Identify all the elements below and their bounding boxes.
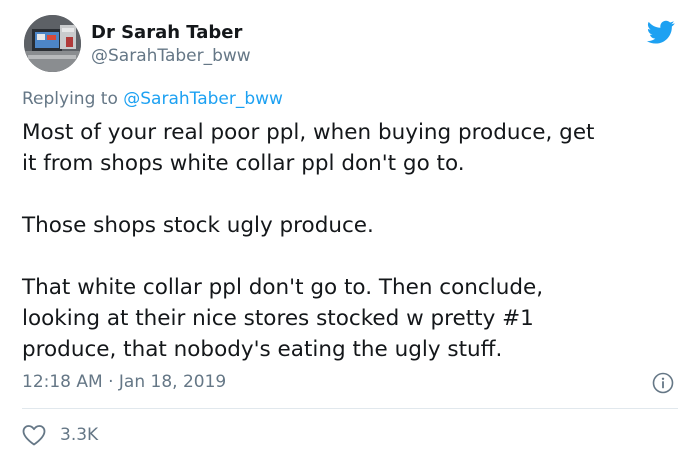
tweet-paragraph: Those shops stock ugly produce. bbox=[22, 213, 374, 238]
info-icon[interactable] bbox=[652, 372, 674, 394]
tweet-card: Dr Sarah Taber @SarahTaber_bww Replying … bbox=[0, 0, 700, 463]
tweet-text: Most of your real poor ppl, when buying … bbox=[22, 117, 692, 365]
tweet-paragraph: Most of your real poor ppl, when buying … bbox=[22, 120, 595, 176]
like-button[interactable]: 3.3K bbox=[22, 424, 98, 446]
twitter-bird-icon[interactable] bbox=[645, 18, 677, 46]
divider bbox=[22, 408, 678, 409]
like-count: 3.3K bbox=[60, 425, 99, 445]
author-name[interactable]: Dr Sarah Taber bbox=[91, 22, 242, 43]
heart-icon[interactable] bbox=[22, 424, 46, 446]
tweet-paragraph: That white collar ppl don't go to. Then … bbox=[22, 275, 544, 362]
reply-mention-link[interactable]: @SarahTaber_bww bbox=[123, 89, 283, 109]
avatar[interactable] bbox=[24, 15, 81, 72]
reply-prefix: Replying to bbox=[22, 89, 124, 109]
tweet-timestamp[interactable]: 12:18 AM · Jan 18, 2019 bbox=[22, 372, 226, 392]
reply-context: Replying to @SarahTaber_bww bbox=[22, 89, 283, 109]
author-handle[interactable]: @SarahTaber_bww bbox=[91, 46, 251, 66]
